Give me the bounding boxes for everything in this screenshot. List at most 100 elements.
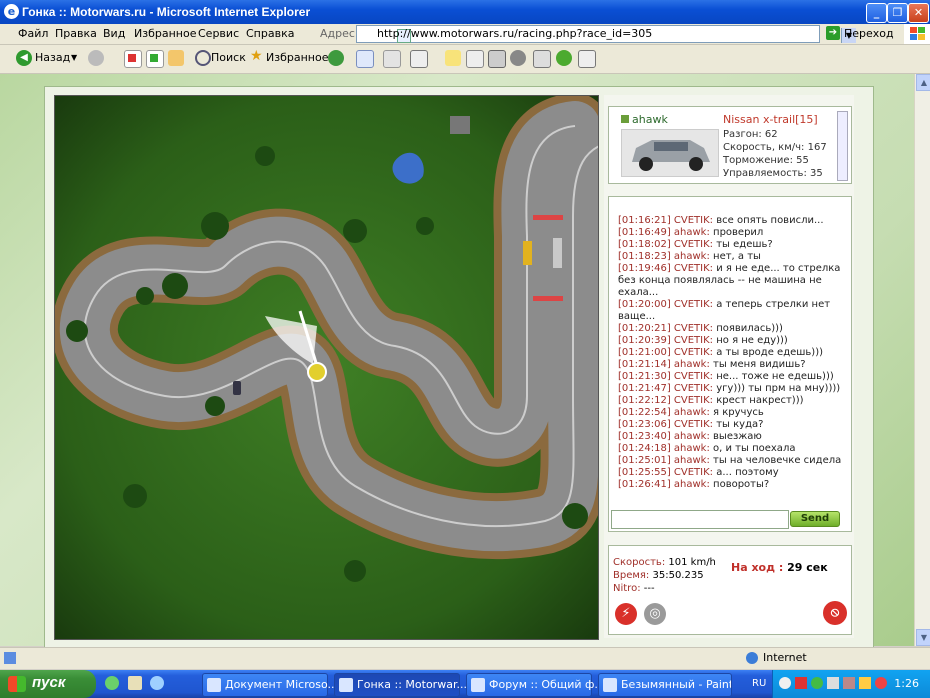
close-button[interactable]: ✕	[908, 3, 929, 23]
forward-arrow-icon[interactable]	[88, 50, 104, 66]
tools-icon[interactable]	[533, 50, 551, 68]
tray-alert-icon[interactable]	[875, 677, 887, 689]
pond	[392, 152, 424, 184]
chat-author: ahawk:	[673, 251, 710, 262]
chat-time: [01:26:41]	[618, 479, 671, 490]
task-motorwars[interactable]: Гонка :: Motorwar...	[334, 673, 467, 697]
media-icon[interactable]	[328, 50, 344, 66]
image-icon[interactable]	[488, 50, 506, 68]
turn-label: На ход :	[731, 561, 784, 574]
chat-author: CVETIK:	[673, 323, 714, 334]
back-arrow-icon[interactable]: ◀	[16, 50, 32, 66]
tray-icon[interactable]	[779, 677, 791, 689]
chat-message: [01:16:49] ahawk: проверил	[618, 227, 844, 239]
favorites-star-icon[interactable]: ★	[250, 48, 263, 64]
globe-icon	[746, 652, 758, 664]
messenger-icon[interactable]	[556, 50, 572, 66]
chat-message: [01:23:40] ahawk: выезжаю	[618, 431, 844, 443]
player-name[interactable]: ahawk	[621, 113, 668, 126]
menu-tools[interactable]: Сервис	[198, 27, 239, 40]
quicklaunch-ie-icon[interactable]	[150, 676, 164, 690]
player-car-marker[interactable]	[307, 362, 327, 382]
start-button[interactable]: пуск	[0, 670, 96, 698]
menu-help[interactable]: Справка	[246, 27, 294, 40]
stat-speed: Скорость, км/ч: 167	[723, 142, 827, 153]
car-model[interactable]: Nissan x-trail[15]	[723, 113, 818, 126]
filter-icon[interactable]	[466, 50, 484, 68]
back-button[interactable]: Назад	[35, 51, 70, 64]
turn-timer: На ход : 29 сек	[731, 561, 828, 574]
chat-text: ты куда?	[716, 419, 764, 430]
barrier	[533, 215, 563, 220]
chat-author: CVETIK:	[673, 371, 714, 382]
task-paint[interactable]: Безымянный - Paint	[598, 673, 732, 697]
speed-value: 101 km/h	[668, 557, 716, 568]
signal-icon[interactable]: ◎	[644, 603, 666, 625]
chat-text: угу))) ты прм на мну))))	[716, 383, 841, 394]
nitro-lightning-icon[interactable]: ⚡	[615, 603, 637, 625]
chat-message: [01:26:41] ahawk: повороты?	[618, 479, 844, 491]
quicklaunch-media-icon[interactable]	[105, 676, 119, 690]
quit-race-icon[interactable]: ⦸	[823, 601, 847, 625]
ie-task-icon	[471, 678, 485, 692]
quicklaunch-desktop-icon[interactable]	[128, 676, 142, 690]
language-indicator[interactable]: RU	[752, 678, 766, 689]
search-button[interactable]: Поиск	[211, 51, 246, 64]
tree	[66, 320, 88, 342]
research-icon[interactable]	[578, 50, 596, 68]
tray-volume-icon[interactable]	[843, 677, 855, 689]
chat-author: ahawk:	[673, 359, 710, 370]
scroll-down-icon[interactable]: ▼	[916, 629, 930, 646]
note-icon[interactable]	[445, 50, 461, 66]
truck-silver	[553, 238, 562, 268]
chat-input[interactable]	[611, 510, 789, 529]
search-icon[interactable]	[195, 50, 211, 66]
chat-text: выезжаю	[713, 431, 762, 442]
address-label: Адрес:	[320, 27, 359, 40]
address-input[interactable]: http://www.motorwars.ru/racing.php?race_…	[356, 25, 856, 43]
chat-author: ahawk:	[673, 407, 710, 418]
windows-logo-icon	[904, 24, 930, 44]
race-track-map[interactable]	[54, 95, 599, 640]
tray-misc-icon[interactable]	[859, 677, 871, 689]
task-forum[interactable]: Форум :: Общий ф...	[466, 673, 599, 697]
time-value: 35:50.235	[652, 570, 704, 581]
chat-text: появилась)))	[716, 323, 783, 334]
tray-network-icon[interactable]	[827, 677, 839, 689]
send-button[interactable]: Send	[790, 511, 840, 527]
opponent-car[interactable]	[233, 381, 241, 395]
menu-file[interactable]: Файл	[18, 27, 48, 40]
scroll-up-icon[interactable]: ▲	[916, 74, 930, 91]
menu-view[interactable]: Вид	[103, 27, 125, 40]
tray-icq-icon[interactable]	[811, 677, 823, 689]
time-label: Время:	[613, 570, 650, 581]
mail-icon[interactable]	[356, 50, 374, 68]
stop-icon[interactable]	[124, 50, 142, 68]
chat-message: [01:25:01] ahawk: ты на человечке сидела	[618, 455, 844, 467]
ie-status-bar: Internet	[0, 647, 930, 669]
turn-value: 29 сек	[787, 561, 828, 574]
chat-box: [01:16:21] CVETIK: все опять повисли...[…	[608, 196, 852, 532]
chat-author: CVETIK:	[673, 347, 714, 358]
home-icon[interactable]	[168, 50, 184, 66]
window-title-bar: e Гонка :: Motorwars.ru - Microsoft Inte…	[0, 0, 930, 24]
settings-icon[interactable]	[510, 50, 526, 66]
page-scrollbar[interactable]: ▲ ▼	[914, 74, 930, 646]
chat-message: [01:19:46] CVETIK: и я не еде... то стре…	[618, 263, 844, 299]
print-icon[interactable]	[383, 50, 401, 68]
favorites-button[interactable]: Избранное	[266, 51, 328, 64]
zone-label: Internet	[763, 651, 807, 664]
menu-favorites[interactable]: Избранное	[134, 27, 196, 40]
menu-edit[interactable]: Правка	[55, 27, 97, 40]
car-info-scrollbar[interactable]	[837, 111, 848, 181]
tray-kaspersky-icon[interactable]	[795, 677, 807, 689]
task-word-document[interactable]: Документ Microso...	[202, 673, 335, 697]
refresh-icon[interactable]	[146, 50, 164, 68]
chat-time: [01:21:47]	[618, 383, 671, 394]
minimize-button[interactable]: _	[866, 3, 887, 23]
back-dropdown-icon[interactable]: ▼	[71, 53, 77, 62]
tree	[136, 287, 154, 305]
edit-icon[interactable]	[410, 50, 428, 68]
stat-braking: Торможение: 55	[723, 155, 809, 166]
maximize-button[interactable]: ❐	[887, 3, 908, 23]
